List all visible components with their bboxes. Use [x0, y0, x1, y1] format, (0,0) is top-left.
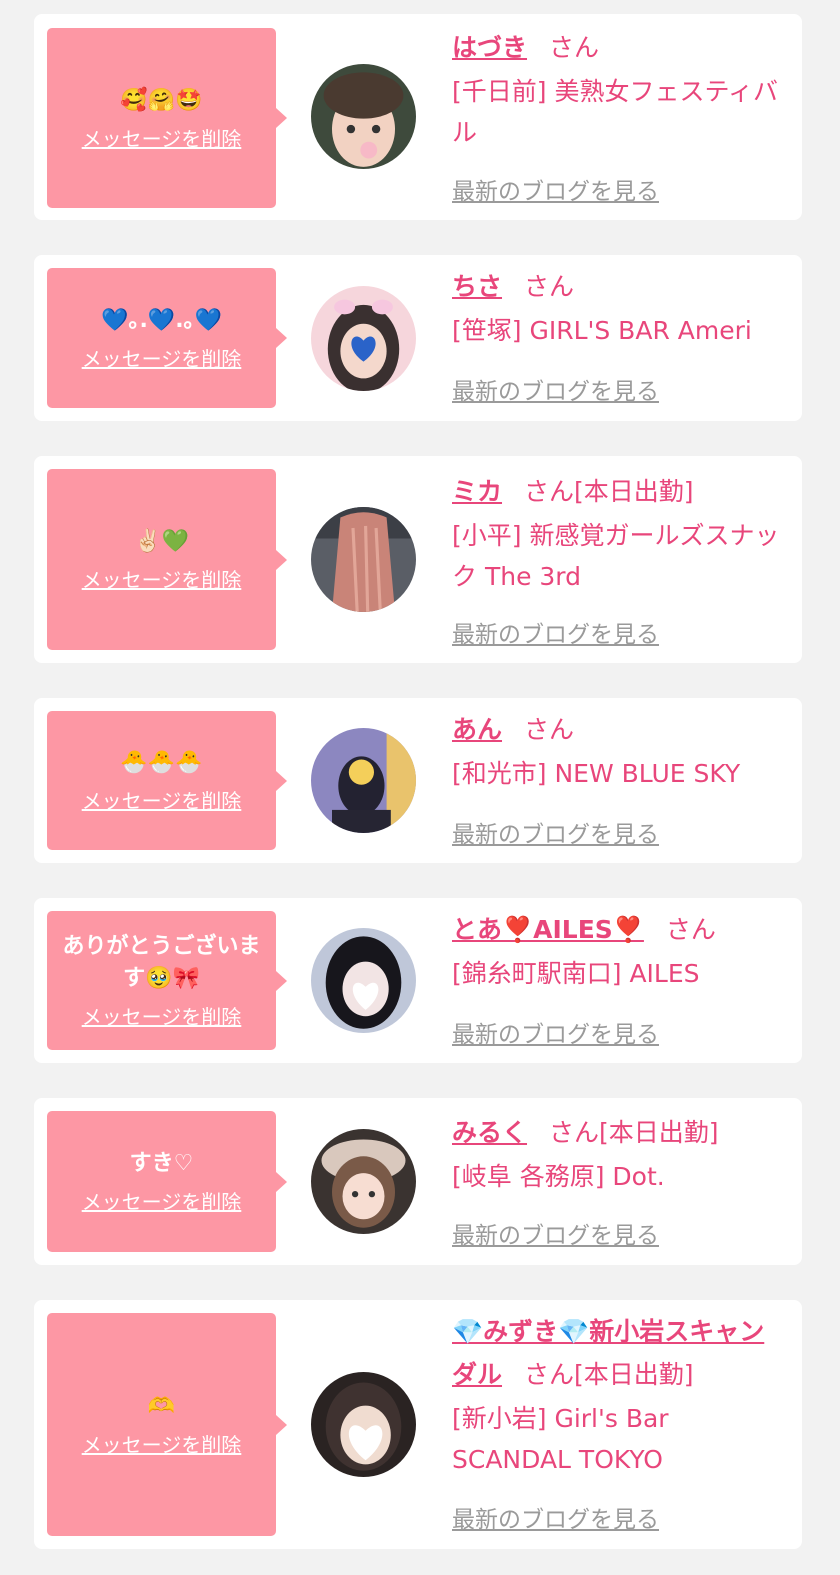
honorific: さん — [549, 33, 600, 62]
name-line: ちさ さん — [452, 265, 787, 308]
message-card: ✌🏻💚 メッセージを削除 ミカ さん[本日出勤] [小平] 新感覚ガールズスナック… — [34, 456, 802, 663]
shop-name: [錦糸町駅南口] AILES — [452, 959, 700, 988]
girl-info: みるく さん[本日出勤] [岐阜 各務原] Dot. — [452, 1111, 787, 1197]
message-card: ありがとうございます🥹🎀 メッセージを削除 とあ❣️AILES❣️ さん [錦糸町… — [34, 898, 802, 1063]
message-bubble: ありがとうございます🥹🎀 メッセージを削除 — [47, 911, 287, 1050]
work-status: [本日出勤] — [574, 1360, 694, 1389]
message-bubble: 💙｡.💙.｡💙 メッセージを削除 — [47, 268, 287, 408]
shop-name: [笹塚] GIRL'S BAR Ameri — [452, 316, 752, 345]
message-card: すき♡ メッセージを削除 みるく さん[本日出勤] [岐阜 各務原] Dot. 最… — [34, 1098, 802, 1265]
girl-info: あん さん [和光市] NEW BLUE SKY — [452, 708, 787, 794]
name-line: みるく さん[本日出勤] — [452, 1111, 787, 1154]
message-bubble: ✌🏻💚 メッセージを削除 — [47, 469, 287, 650]
message-text: 💙｡.💙.｡💙 — [101, 307, 222, 333]
delete-message-link[interactable]: メッセージを削除 — [82, 1429, 242, 1458]
work-status: [本日出勤] — [574, 477, 694, 506]
work-status: [本日出勤] — [599, 1118, 719, 1147]
girl-info: ミカ さん[本日出勤] [小平] 新感覚ガールズスナック The 3rd — [452, 470, 787, 597]
message-text: ✌🏻💚 — [134, 529, 189, 554]
girl-name-link[interactable]: みるく — [452, 1118, 527, 1147]
name-line: とあ❣️AILES❣️ さん — [452, 908, 787, 951]
message-bubble: 🫶 メッセージを削除 — [47, 1313, 287, 1536]
delete-message-link[interactable]: メッセージを削除 — [82, 564, 242, 593]
name-line: はづき さん — [452, 26, 787, 69]
girl-name-link[interactable]: あん — [452, 715, 502, 744]
latest-blog-link[interactable]: 最新のブログを見る — [452, 1015, 659, 1049]
message-bubble: すき♡ メッセージを削除 — [47, 1111, 287, 1252]
delete-message-link[interactable]: メッセージを削除 — [82, 1001, 242, 1030]
avatar[interactable] — [311, 728, 416, 833]
girl-info: はづき さん [千日前] 美熟女フェスティバル — [452, 26, 787, 153]
delete-message-link[interactable]: メッセージを削除 — [82, 785, 242, 814]
girl-name-link[interactable]: ちさ — [452, 272, 502, 301]
message-text: ありがとうございます🥹🎀 — [62, 934, 261, 991]
message-card: 🥰🤗🤩 メッセージを削除 はづき さん [千日前] 美熟女フェスティバル 最新のブ… — [34, 14, 802, 220]
avatar[interactable] — [311, 286, 416, 391]
shop-name: [新小岩] Girl's Bar SCANDAL TOKYO — [452, 1404, 669, 1474]
girl-name-link[interactable]: はづき — [452, 33, 527, 62]
honorific: さん — [524, 1360, 575, 1389]
shop-name: [岐阜 各務原] Dot. — [452, 1162, 665, 1191]
girl-name-link[interactable]: ミカ — [452, 477, 502, 506]
shop-name: [千日前] 美熟女フェスティバル — [452, 77, 778, 147]
message-text: 🫶 — [147, 1394, 176, 1419]
honorific: さん — [665, 915, 716, 944]
avatar[interactable] — [311, 1129, 416, 1234]
message-text: すき♡ — [129, 1151, 194, 1176]
avatar[interactable] — [311, 1372, 416, 1477]
name-line: あん さん — [452, 708, 787, 751]
name-line: ミカ さん[本日出勤] — [452, 470, 787, 513]
avatar[interactable] — [311, 64, 416, 169]
girl-name-link[interactable]: とあ❣️AILES❣️ — [452, 915, 644, 944]
message-card: 💙｡.💙.｡💙 メッセージを削除 ちさ さん [笹塚] GIRL'S BAR Am… — [34, 255, 802, 421]
message-card: 🐣🐣🐣 メッセージを削除 あん さん [和光市] NEW BLUE SKY 最新の… — [34, 698, 802, 863]
avatar[interactable] — [311, 507, 416, 612]
latest-blog-link[interactable]: 最新のブログを見る — [452, 815, 659, 849]
honorific: さん — [524, 715, 575, 744]
message-text: 🐣🐣🐣 — [120, 750, 203, 775]
honorific: さん — [524, 477, 575, 506]
latest-blog-link[interactable]: 最新のブログを見る — [452, 1216, 659, 1250]
shop-name: [和光市] NEW BLUE SKY — [452, 759, 741, 788]
message-bubble: 🐣🐣🐣 メッセージを削除 — [47, 711, 287, 850]
latest-blog-link[interactable]: 最新のブログを見る — [452, 615, 659, 649]
honorific: さん — [549, 1118, 600, 1147]
delete-message-link[interactable]: メッセージを削除 — [82, 343, 242, 372]
message-bubble: 🥰🤗🤩 メッセージを削除 — [47, 28, 287, 208]
delete-message-link[interactable]: メッセージを削除 — [82, 123, 242, 152]
latest-blog-link[interactable]: 最新のブログを見る — [452, 172, 659, 206]
honorific: さん — [524, 272, 575, 301]
message-text: 🥰🤗🤩 — [120, 87, 203, 113]
latest-blog-link[interactable]: 最新のブログを見る — [452, 372, 659, 406]
girl-info: とあ❣️AILES❣️ さん [錦糸町駅南口] AILES — [452, 908, 787, 994]
delete-message-link[interactable]: メッセージを削除 — [82, 1186, 242, 1215]
message-card: 🫶 メッセージを削除 💎みずき💎新小岩スキャンダル さん[本日出勤] [新小岩] … — [34, 1300, 802, 1549]
girl-info: ちさ さん [笹塚] GIRL'S BAR Ameri — [452, 265, 787, 351]
shop-name: [小平] 新感覚ガールズスナック The 3rd — [452, 521, 780, 591]
name-line: 💎みずき💎新小岩スキャンダル さん[本日出勤] — [452, 1310, 787, 1396]
girl-info: 💎みずき💎新小岩スキャンダル さん[本日出勤] [新小岩] Girl's Bar … — [452, 1310, 787, 1480]
avatar[interactable] — [311, 928, 416, 1033]
latest-blog-link[interactable]: 最新のブログを見る — [452, 1500, 659, 1534]
